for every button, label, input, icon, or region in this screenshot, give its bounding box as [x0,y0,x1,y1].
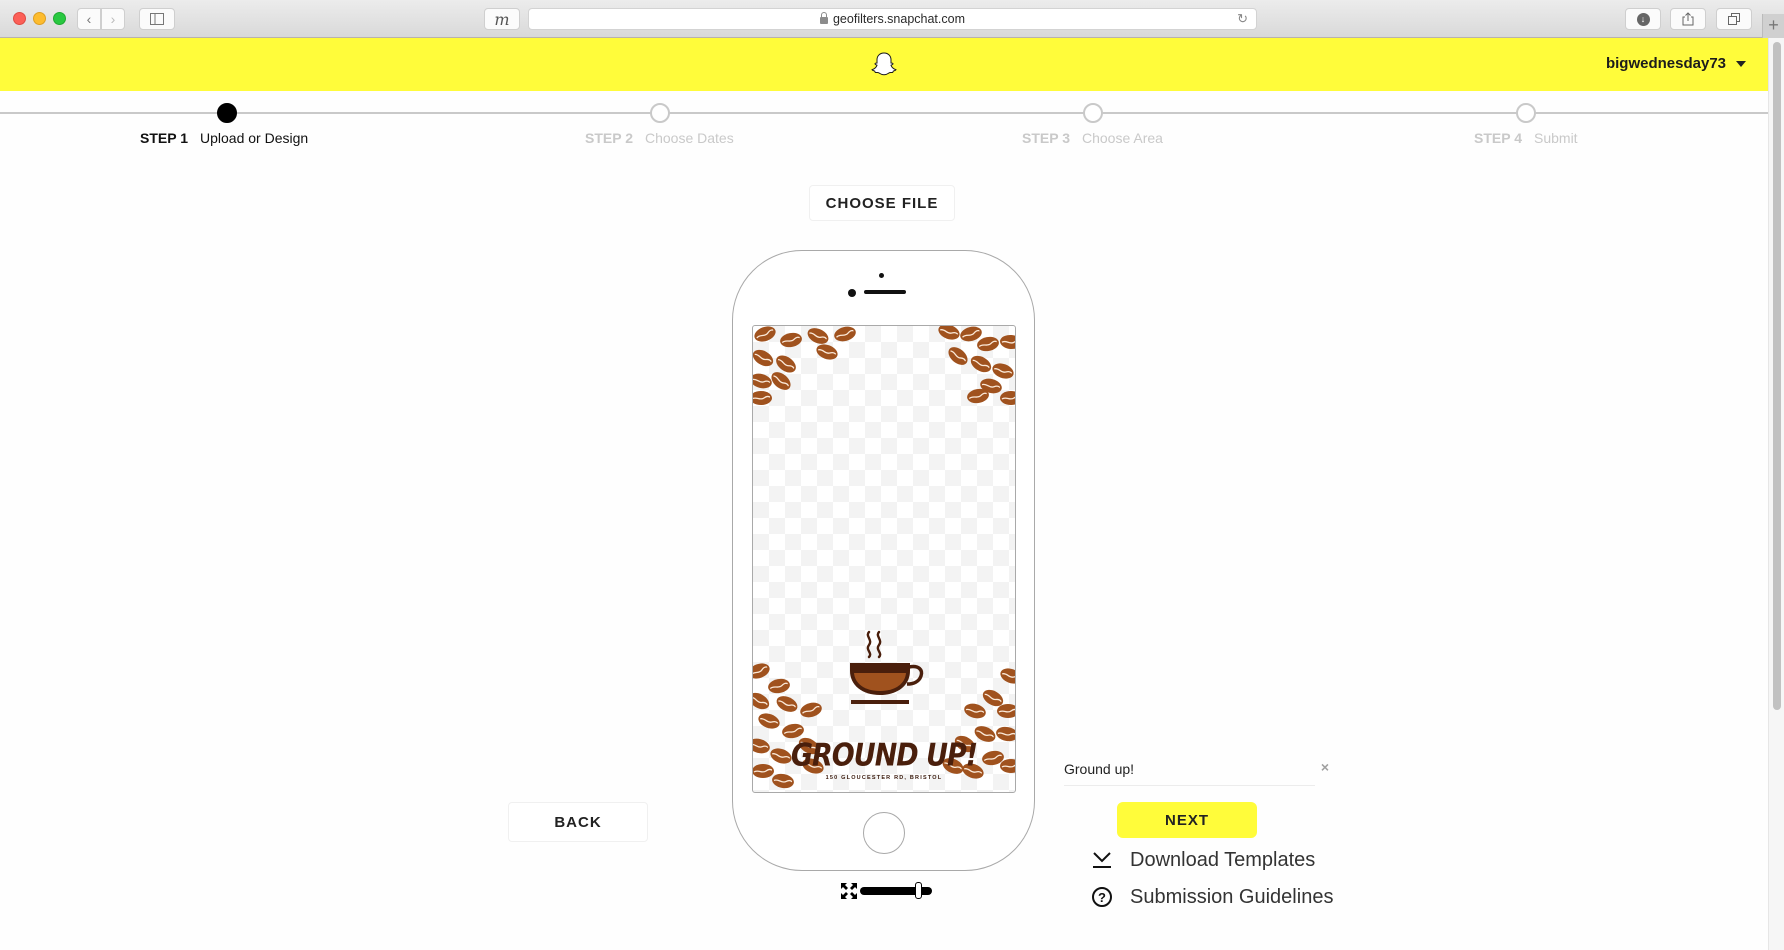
expand-arrows-icon [841,883,857,899]
username: bigwednesday73 [1605,55,1726,72]
back-button[interactable]: BACK [508,802,648,842]
download-chevron-icon [1090,848,1114,872]
help-icon: ? [1090,885,1114,909]
zoom-slider[interactable] [838,880,938,902]
step-4-indicator [1516,103,1536,123]
phone-speaker [864,290,906,294]
phone-sensor [879,273,884,278]
phone-camera [848,289,856,297]
chevron-left-icon: ‹ [86,11,92,27]
snapchat-ghost-icon[interactable] [870,51,898,79]
sidebar-icon [150,13,164,25]
filter-preview[interactable]: GROUND UP! 150 GLOUCESTER RD, BRISTOL [752,325,1016,793]
step-title: Submit [1534,130,1578,146]
forward-nav-button[interactable]: › [101,8,125,30]
step-title: Choose Dates [645,130,734,146]
filter-address: 150 GLOUCESTER RD, BRISTOL [825,775,943,781]
step-progress-line [0,112,1768,114]
browser-toolbar: ‹ › m geofilters.snapchat.com ↻ ↓ + [0,0,1784,38]
step-number: STEP 2 [585,130,633,146]
tabs-icon [1728,13,1740,25]
download-icon: ↓ [1636,12,1650,26]
step-number: STEP 1 [140,130,188,146]
step-3-indicator [1083,103,1103,123]
new-tab-button[interactable]: + [1762,14,1784,38]
step-number: STEP 4 [1474,130,1522,146]
show-tabs-button[interactable] [1716,8,1752,30]
step-number: STEP 3 [1022,130,1070,146]
filter-name-field[interactable] [1064,756,1315,786]
share-button[interactable] [1670,8,1706,30]
lock-icon [819,11,828,24]
step-2-label: STEP 2 Choose Dates [585,130,734,146]
extension-m-button[interactable]: m [484,8,520,30]
caret-down-icon [1736,60,1746,67]
step-2-indicator [650,103,670,123]
filter-title: GROUND UP! [790,737,978,774]
step-1-indicator [217,103,237,123]
close-window-button[interactable] [13,12,26,25]
back-nav-button[interactable]: ‹ [77,8,101,30]
zoom-slider-thumb[interactable] [915,882,923,899]
chevron-right-icon: › [110,11,116,27]
downloads-button[interactable]: ↓ [1625,8,1661,30]
choose-file-button[interactable]: CHOOSE FILE [809,185,955,221]
download-templates-link[interactable]: Download Templates [1090,848,1315,872]
step-4-label: STEP 4 Submit [1474,130,1578,146]
site-header: bigwednesday73 [0,38,1768,91]
step-3-label: STEP 3 Choose Area [1022,130,1163,146]
sidebar-toggle-button[interactable] [139,8,175,30]
step-1-label: STEP 1 Upload or Design [140,130,308,146]
minimize-window-button[interactable] [33,12,46,25]
reload-icon[interactable]: ↻ [1237,11,1248,27]
submission-guidelines-label: Submission Guidelines [1130,885,1334,908]
page-scrollbar[interactable] [1768,38,1784,950]
user-menu[interactable]: bigwednesday73 [1606,55,1746,72]
url-text: geofilters.snapchat.com [832,12,965,26]
address-bar[interactable]: geofilters.snapchat.com ↻ [528,8,1257,30]
scrollbar-thumb[interactable] [1773,42,1781,710]
step-title: Upload or Design [200,130,309,146]
phone-home-button [863,812,905,854]
clear-input-icon[interactable]: × [1318,760,1332,774]
submission-guidelines-link[interactable]: ? Submission Guidelines [1090,885,1333,909]
step-progress: STEP 1 Upload or Design STEP 2 Choose Date… [0,91,1768,151]
coffee-cup-icon [850,630,924,704]
download-templates-label: Download Templates [1130,848,1316,871]
step-title: Choose Area [1082,130,1163,146]
share-icon [1682,12,1694,26]
maximize-window-button[interactable] [53,12,66,25]
filter-name-input[interactable] [1064,756,1315,782]
next-button[interactable]: NEXT [1117,802,1257,838]
